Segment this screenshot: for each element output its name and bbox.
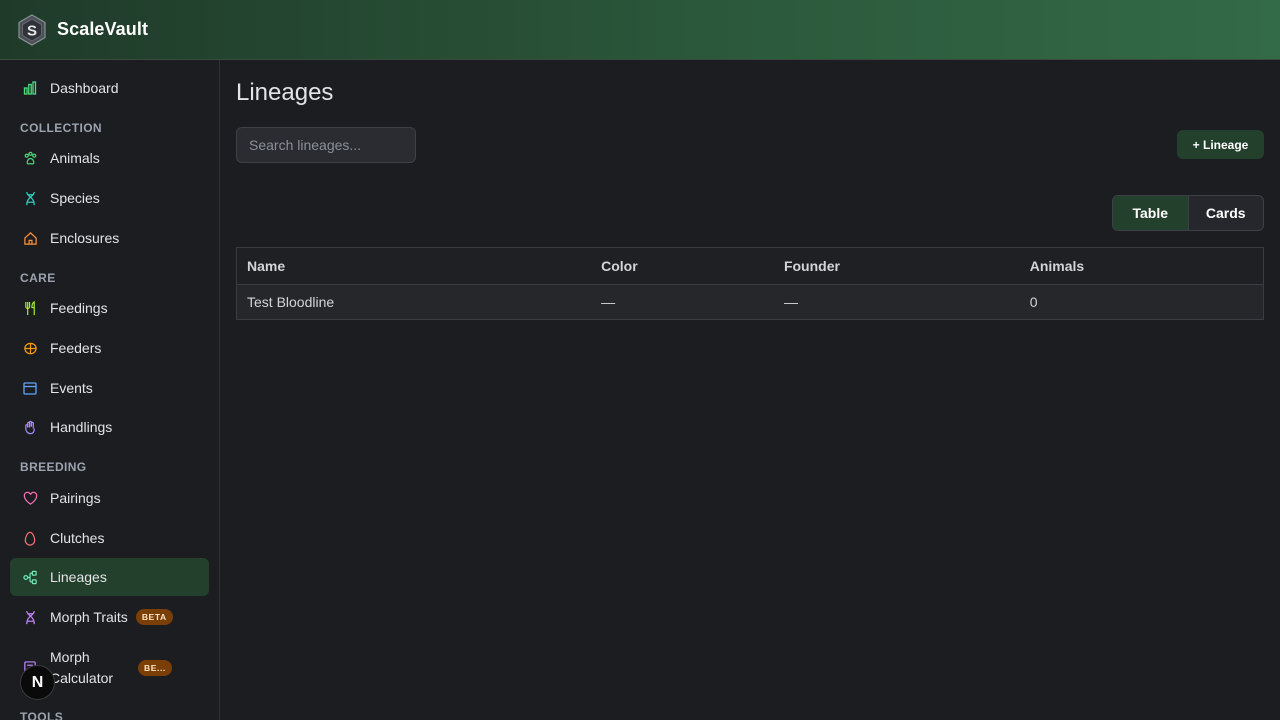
sidebar-item-label: Morph Traits bbox=[50, 609, 128, 625]
top-bar: S ScaleVault bbox=[0, 0, 1280, 60]
section-label-care: CARE bbox=[20, 271, 56, 285]
table-view-button[interactable]: Table bbox=[1113, 196, 1188, 230]
paw-icon bbox=[22, 150, 38, 166]
section-label-tools: TOOLS bbox=[20, 710, 64, 720]
cell-founder: — bbox=[773, 284, 1020, 320]
utensils-icon bbox=[22, 300, 38, 316]
beta-badge: BE... bbox=[138, 660, 172, 676]
hand-icon bbox=[22, 419, 38, 435]
sidebar-item-feedings[interactable]: Feedings bbox=[10, 289, 209, 327]
dev-tools-button[interactable]: N bbox=[20, 665, 55, 700]
dna-icon bbox=[22, 609, 38, 625]
sidebar: Dashboard COLLECTION Animals Species Enc… bbox=[0, 60, 220, 720]
calendar-icon bbox=[22, 380, 38, 396]
column-header-animals[interactable]: Animals bbox=[1019, 247, 1264, 285]
bar-chart-icon bbox=[22, 80, 38, 96]
bug-icon bbox=[22, 340, 38, 356]
sidebar-item-enclosures[interactable]: Enclosures bbox=[10, 219, 209, 257]
sidebar-item-label: Handlings bbox=[50, 419, 113, 435]
sidebar-item-pairings[interactable]: Pairings bbox=[10, 479, 209, 517]
svg-text:S: S bbox=[27, 22, 37, 39]
sidebar-item-label: Feeders bbox=[50, 340, 102, 356]
heart-icon bbox=[22, 490, 38, 506]
sidebar-item-dashboard[interactable]: Dashboard bbox=[10, 69, 209, 107]
sidebar-item-feeders[interactable]: Feeders bbox=[10, 329, 209, 367]
beta-badge: BETA bbox=[135, 609, 173, 625]
sidebar-item-label: Dashboard bbox=[50, 80, 119, 96]
app-logo-icon[interactable]: S bbox=[16, 13, 48, 46]
sidebar-item-label: Enclosures bbox=[50, 230, 120, 246]
sidebar-item-species[interactable]: Species bbox=[10, 179, 209, 217]
column-header-color[interactable]: Color bbox=[591, 247, 774, 285]
sidebar-item-animals[interactable]: Animals bbox=[10, 139, 209, 177]
sidebar-item-morph-traits[interactable]: Morph Traits BETA bbox=[10, 598, 209, 636]
sidebar-item-label: Animals bbox=[50, 150, 100, 166]
sidebar-item-label: Feedings bbox=[50, 300, 108, 316]
search-input[interactable] bbox=[236, 127, 416, 163]
column-header-name[interactable]: Name bbox=[236, 247, 592, 285]
cell-animals: 0 bbox=[1019, 284, 1264, 320]
sidebar-item-lineages[interactable]: Lineages bbox=[10, 558, 209, 596]
main-content: Lineages + Lineage Table Cards Name Colo… bbox=[220, 60, 1280, 720]
cards-view-button[interactable]: Cards bbox=[1187, 196, 1264, 230]
sidebar-item-label: Pairings bbox=[50, 490, 101, 506]
sidebar-item-handlings[interactable]: Handlings bbox=[10, 408, 209, 446]
add-lineage-button[interactable]: + Lineage bbox=[1177, 130, 1264, 159]
cell-color: — bbox=[591, 284, 774, 320]
sidebar-item-label: Clutches bbox=[50, 530, 105, 546]
page-title: Lineages bbox=[236, 79, 334, 106]
sidebar-item-label: Lineages bbox=[50, 569, 107, 585]
section-label-breeding: BREEDING bbox=[20, 460, 87, 474]
egg-icon bbox=[22, 530, 38, 546]
cell-name[interactable]: Test Bloodline bbox=[236, 284, 592, 320]
git-branch-icon bbox=[22, 569, 38, 585]
view-toggle: Table Cards bbox=[1112, 195, 1264, 231]
column-header-founder[interactable]: Founder bbox=[773, 247, 1020, 285]
sidebar-item-label: Events bbox=[50, 380, 93, 396]
home-icon bbox=[22, 230, 38, 246]
dna-icon bbox=[22, 190, 38, 206]
table-header-row: Name Color Founder Animals bbox=[236, 247, 1264, 285]
sidebar-item-clutches[interactable]: Clutches bbox=[10, 519, 209, 557]
sidebar-item-label: Morph Calculator bbox=[50, 649, 114, 686]
lineages-table: Name Color Founder Animals Test Bloodlin… bbox=[236, 247, 1264, 320]
section-label-collection: COLLECTION bbox=[20, 121, 102, 135]
sidebar-item-events[interactable]: Events bbox=[10, 369, 209, 407]
sidebar-item-label: Species bbox=[50, 190, 100, 206]
app-title[interactable]: ScaleVault bbox=[57, 19, 148, 40]
table-row[interactable]: Test Bloodline — — 0 bbox=[236, 284, 1264, 320]
